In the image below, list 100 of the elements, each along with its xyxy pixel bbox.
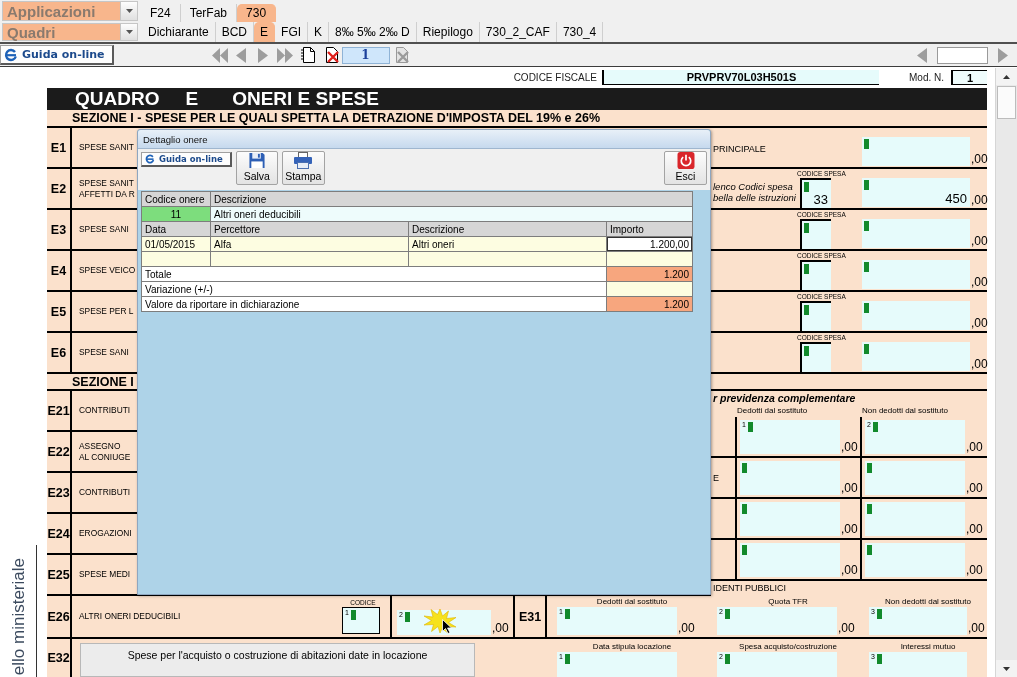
right-arrow-icon[interactable] xyxy=(998,47,1008,63)
code-field[interactable] xyxy=(800,219,831,249)
input-field[interactable] xyxy=(740,461,840,495)
row-code: E32 xyxy=(47,639,72,677)
row-note: lenco Codici spesa bella delle istruzioni xyxy=(713,181,796,203)
page-jump-field[interactable] xyxy=(937,46,988,64)
row-label: SPESE SANI xyxy=(79,347,129,358)
description-panel: Spese per l'acquisto o costruzione di abitazioni date in locazione xyxy=(80,643,475,677)
total-label: Variazione (+/-) xyxy=(142,282,606,296)
tab[interactable]: K xyxy=(308,22,330,42)
decimal-suffix: ,00 xyxy=(971,357,988,371)
field-marker-icon xyxy=(867,504,872,514)
input-field[interactable] xyxy=(865,543,965,577)
row-code: E4 xyxy=(47,251,72,290)
help-button[interactable]: Guida on-line xyxy=(0,45,114,65)
variation-field[interactable] xyxy=(607,282,692,296)
tab[interactable]: FGI xyxy=(275,22,309,42)
double-right-arrow-icon[interactable] xyxy=(276,47,293,63)
row-code: E24 xyxy=(47,514,72,553)
help-button[interactable]: Guida on-line xyxy=(141,152,232,167)
title-letter: E xyxy=(185,88,199,110)
decimal-suffix: ,00 xyxy=(841,522,858,536)
tab[interactable]: Riepilogo xyxy=(416,22,480,42)
input-field[interactable] xyxy=(865,461,965,495)
amount-field[interactable]: 450 xyxy=(862,178,970,207)
row-label: SPESE SANIT AFFETTI DA R xyxy=(79,177,135,200)
field-marker-icon xyxy=(864,262,869,272)
tax-code-label: CODICE FISCALE xyxy=(513,72,597,83)
tab[interactable]: 730_2_CAF xyxy=(479,22,557,42)
left-arrow-icon[interactable] xyxy=(235,47,246,63)
browser-icon xyxy=(4,47,18,62)
row-label: SPESE MEDI xyxy=(79,569,131,580)
row-label: CONTRIBUTI xyxy=(79,487,131,498)
right-arrow-icon[interactable] xyxy=(257,47,268,63)
document-icon[interactable] xyxy=(300,47,315,63)
decimal-suffix: ,00 xyxy=(841,440,858,454)
tab[interactable]: Dichiarante xyxy=(142,22,216,42)
decimal-suffix: ,00 xyxy=(968,621,985,635)
caret-icon xyxy=(120,2,137,20)
scrollbar[interactable] xyxy=(995,68,1017,677)
field-marker-icon xyxy=(350,610,356,620)
toolbar-button[interactable]: Salva xyxy=(235,151,278,185)
document-cross-icon[interactable] xyxy=(324,47,340,63)
double-left-arrow-icon[interactable] xyxy=(211,47,228,63)
tab[interactable]: 730 xyxy=(237,4,277,22)
form-number-field[interactable]: 1 xyxy=(951,70,987,85)
field-marker-icon xyxy=(804,346,809,356)
tab[interactable]: F24 xyxy=(141,4,181,22)
field-marker-icon xyxy=(804,223,809,233)
column-header: Non dedotti dal sostituto xyxy=(885,597,971,607)
decimal-suffix: ,00 xyxy=(838,621,855,635)
column-header: Interessi mutuo xyxy=(900,642,956,652)
amount-field[interactable] xyxy=(862,260,970,289)
scroll-down-icon[interactable] xyxy=(996,660,1017,677)
row-label: ASSEGNO AL CONIUGE xyxy=(79,440,131,463)
column-header: Non dedotti dal sostituto xyxy=(862,406,949,416)
code-cell: 11 xyxy=(142,207,210,221)
title-text: ONERI E SPESE xyxy=(232,88,379,110)
tab[interactable]: 730_4 xyxy=(556,22,604,42)
field-marker-icon xyxy=(864,221,869,231)
amount-field[interactable] xyxy=(862,301,970,330)
scroll-thumb[interactable] xyxy=(997,86,1016,119)
row-code: E25 xyxy=(47,555,72,594)
browser-icon xyxy=(145,154,155,164)
field-marker-icon xyxy=(742,545,747,555)
tax-code-field[interactable]: PRVPRV70L03H501S xyxy=(602,70,879,85)
input-field[interactable] xyxy=(740,502,840,536)
field-marker-icon xyxy=(564,654,570,664)
code-field[interactable] xyxy=(800,342,831,372)
decimal-suffix: ,00 xyxy=(971,152,988,166)
caret-icon xyxy=(120,24,137,40)
left-arrow-icon[interactable] xyxy=(917,47,927,63)
amount-field[interactable] xyxy=(862,342,970,371)
tab[interactable]: 8‰ 5‰ 2‰ D xyxy=(329,22,417,42)
decimal-suffix: ,00 xyxy=(971,316,988,330)
tab[interactable]: E xyxy=(254,22,276,42)
decimal-suffix: ,00 xyxy=(966,563,983,577)
input-field[interactable] xyxy=(740,543,840,577)
code-field[interactable]: 33 xyxy=(800,178,831,208)
side-label: ello ministeriale xyxy=(9,557,29,675)
floppy-icon xyxy=(247,152,266,169)
field-marker-icon xyxy=(876,609,882,619)
row-label: SPESE SANI xyxy=(79,224,129,235)
column-header: Data xyxy=(142,222,210,236)
exit-button[interactable]: Esci xyxy=(664,151,707,185)
section-heading: SEZIONE I xyxy=(72,374,134,389)
code-field[interactable] xyxy=(800,260,831,290)
decimal-suffix: ,00 xyxy=(966,522,983,536)
amount-cell[interactable]: 1.200,00 xyxy=(607,237,692,251)
amount-field[interactable] xyxy=(862,219,970,248)
row-code: E6 xyxy=(47,333,72,372)
total-value: 1.200 xyxy=(607,267,692,281)
page-field[interactable]: 1 xyxy=(341,46,390,64)
scroll-up-icon[interactable] xyxy=(996,68,1017,85)
code-field[interactable] xyxy=(800,301,831,331)
input-field[interactable] xyxy=(865,502,965,536)
column-header: Dedotti dal sostituto xyxy=(737,406,809,416)
toolbar-button[interactable]: Stampa xyxy=(281,151,325,185)
field-marker-icon xyxy=(747,422,753,432)
amount-field[interactable] xyxy=(862,137,970,166)
